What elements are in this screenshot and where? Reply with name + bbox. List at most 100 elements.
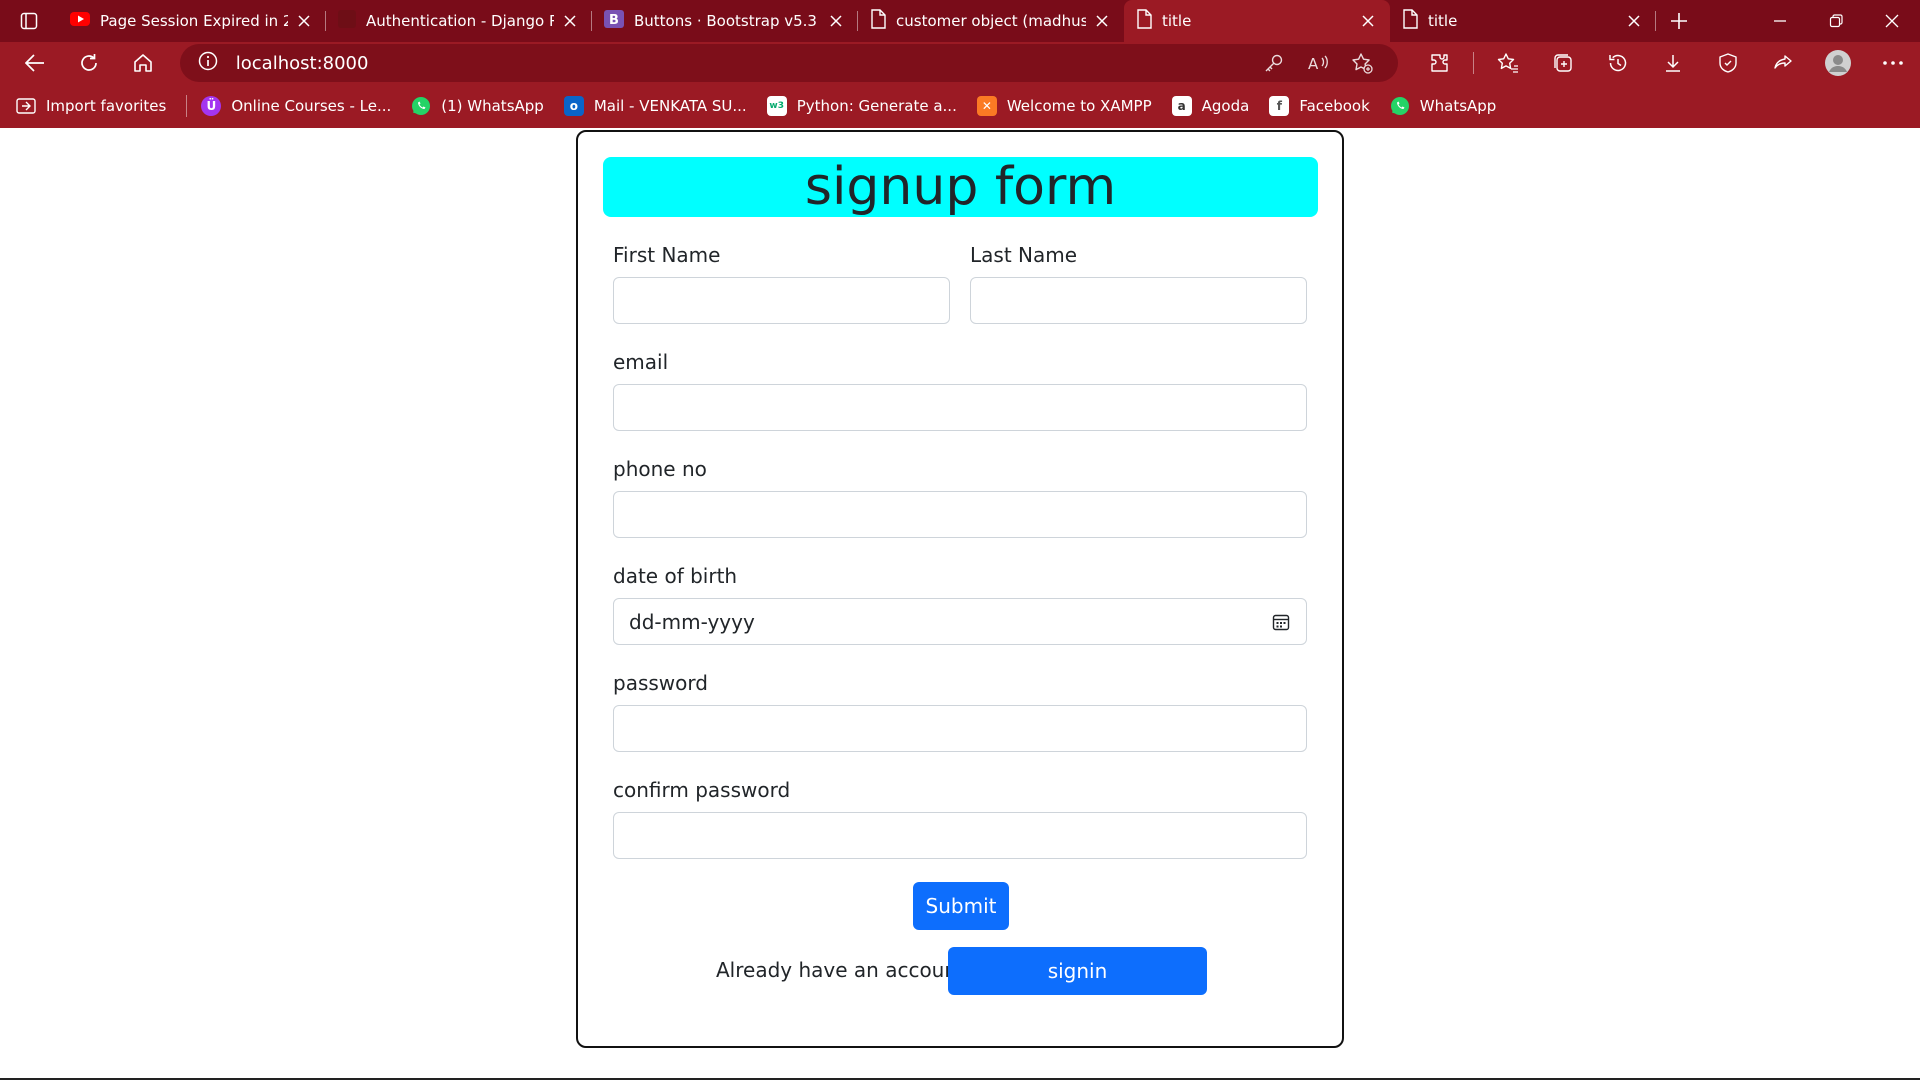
- youtube-icon: [70, 12, 90, 30]
- tab-authentication-django[interactable]: Authentication - Django RES: [326, 0, 592, 42]
- dob-label: date of birth: [613, 564, 738, 588]
- close-icon[interactable]: [1358, 11, 1378, 31]
- bookmark-label: Facebook: [1299, 97, 1370, 115]
- close-icon[interactable]: [294, 11, 314, 31]
- tab-title: title: [1428, 12, 1458, 30]
- phone-label: phone no: [613, 457, 707, 481]
- bookmark-label: Online Courses - Le...: [231, 97, 392, 115]
- first-name-input[interactable]: [613, 277, 950, 324]
- home-icon[interactable]: [116, 42, 170, 84]
- tab-actions-icon[interactable]: [0, 0, 58, 42]
- whatsapp-icon: [411, 96, 431, 116]
- signup-card: signup form First Name Last Name email p…: [576, 130, 1344, 1048]
- tab-title: Authentication - Django RES: [366, 12, 554, 30]
- bookmark-label: WhatsApp: [1419, 97, 1497, 115]
- email-input[interactable]: [613, 384, 1307, 431]
- restore-icon[interactable]: [1808, 0, 1864, 42]
- profile-avatar-icon[interactable]: [1810, 42, 1865, 84]
- close-window-icon[interactable]: [1864, 0, 1920, 42]
- phone-input[interactable]: [613, 491, 1307, 538]
- bookmark-label: Python: Generate a...: [796, 97, 957, 115]
- form-title: signup form: [603, 157, 1318, 217]
- window-controls: [1752, 0, 1920, 42]
- browser-essentials-icon[interactable]: [1700, 42, 1755, 84]
- page-icon: [870, 9, 886, 33]
- tab-customer-object[interactable]: customer object (madhusud: [858, 0, 1124, 42]
- page-icon: [1136, 9, 1152, 33]
- email-label: email: [613, 350, 669, 374]
- confirm-password-label: confirm password: [613, 778, 791, 802]
- share-icon[interactable]: [1755, 42, 1810, 84]
- read-aloud-icon[interactable]: A: [1296, 46, 1340, 80]
- tab-title: title: [1162, 12, 1192, 30]
- password-label: password: [613, 671, 708, 695]
- close-icon[interactable]: [826, 11, 846, 31]
- whatsapp-icon: [1390, 96, 1410, 116]
- add-favorite-icon[interactable]: [1340, 46, 1384, 80]
- bookmark-python-generate[interactable]: w3 Python: Generate a...: [766, 96, 957, 116]
- more-options-icon[interactable]: [1865, 42, 1920, 84]
- bookmarks-bar: Import favorites Ü Online Courses - Le..…: [0, 84, 1920, 128]
- agoda-icon: a: [1171, 96, 1192, 116]
- bookmark-label: Welcome to XAMPP: [1006, 97, 1152, 115]
- site-info-icon[interactable]: [198, 51, 218, 75]
- udemy-icon: Ü: [201, 96, 222, 116]
- toolbar-divider: [1473, 52, 1474, 74]
- tab-buttons-bootstrap[interactable]: B Buttons · Bootstrap v5.3: [592, 0, 858, 42]
- tab-title-active[interactable]: title: [1124, 0, 1390, 42]
- collections-icon[interactable]: [1535, 42, 1590, 84]
- bookmark-mail[interactable]: o Mail - VENKATA SU...: [563, 96, 747, 116]
- bookmark-whatsapp-2[interactable]: WhatsApp: [1390, 96, 1497, 116]
- page-icon: [1402, 9, 1418, 33]
- xampp-icon: ✕: [976, 96, 997, 116]
- url-text: localhost:8000: [235, 52, 369, 74]
- facebook-icon: f: [1269, 96, 1290, 116]
- minimize-icon[interactable]: [1752, 0, 1808, 42]
- first-name-label: First Name: [613, 243, 721, 267]
- bootstrap-icon: B: [604, 10, 624, 32]
- new-tab-button[interactable]: [1656, 0, 1702, 42]
- bookmark-facebook[interactable]: f Facebook: [1269, 96, 1370, 116]
- tab-title-second[interactable]: title: [1390, 0, 1656, 42]
- confirm-password-input[interactable]: [613, 812, 1307, 859]
- django-icon: [338, 10, 356, 32]
- close-icon[interactable]: [1092, 11, 1112, 31]
- last-name-input[interactable]: [970, 277, 1307, 324]
- close-icon[interactable]: [560, 11, 580, 31]
- close-icon[interactable]: [1624, 11, 1644, 31]
- bookmark-label: (1) WhatsApp: [441, 97, 544, 115]
- favorites-icon[interactable]: [1480, 42, 1535, 84]
- bookmark-whatsapp-1[interactable]: (1) WhatsApp: [411, 96, 544, 116]
- already-have-account-text: Already have an account !: [716, 958, 980, 982]
- password-key-icon[interactable]: [1252, 46, 1296, 80]
- bookmark-import-favorites[interactable]: Import favorites: [16, 96, 166, 116]
- address-bar[interactable]: localhost:8000 A: [179, 44, 1398, 82]
- tab-bar: Page Session Expired in 20 S Authenticat…: [0, 0, 1920, 42]
- bookmark-label: Mail - VENKATA SU...: [593, 97, 747, 115]
- history-icon[interactable]: [1590, 42, 1645, 84]
- toolbar-actions: [1412, 42, 1920, 84]
- back-icon[interactable]: [8, 42, 62, 84]
- last-name-label: Last Name: [970, 243, 1078, 267]
- tab-title: Page Session Expired in 20 S: [100, 12, 288, 30]
- bookmark-online-courses[interactable]: Ü Online Courses - Le...: [201, 96, 391, 116]
- bookmark-divider: [186, 95, 188, 117]
- dob-placeholder: dd-mm-yyyy: [629, 609, 755, 634]
- calendar-icon[interactable]: [1271, 612, 1291, 632]
- w3schools-icon: w3: [766, 96, 787, 116]
- submit-button[interactable]: Submit: [913, 882, 1009, 930]
- svg-text:B: B: [609, 13, 619, 28]
- refresh-icon[interactable]: [62, 42, 116, 84]
- browser-toolbar: localhost:8000 A: [0, 42, 1920, 84]
- svg-text:A: A: [1308, 55, 1319, 73]
- downloads-icon[interactable]: [1645, 42, 1700, 84]
- bookmark-xampp[interactable]: ✕ Welcome to XAMPP: [976, 96, 1152, 116]
- bookmark-label: Agoda: [1201, 97, 1250, 115]
- dob-input[interactable]: dd-mm-yyyy: [613, 598, 1307, 645]
- tab-page-session-expired[interactable]: Page Session Expired in 20 S: [58, 0, 326, 42]
- signin-button[interactable]: signin: [948, 947, 1207, 995]
- tab-title: Buttons · Bootstrap v5.3: [634, 12, 817, 30]
- bookmark-agoda[interactable]: a Agoda: [1171, 96, 1250, 116]
- extensions-icon[interactable]: [1412, 42, 1467, 84]
- password-input[interactable]: [613, 705, 1307, 752]
